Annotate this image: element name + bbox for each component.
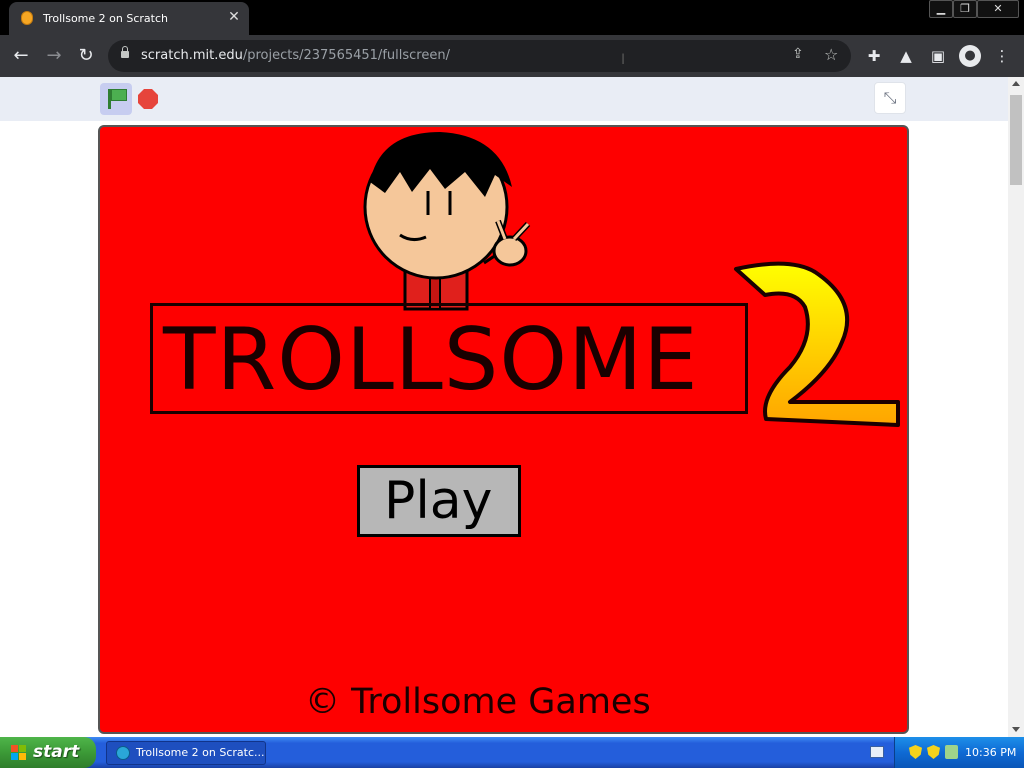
start-label: start: [33, 742, 80, 762]
lock-icon[interactable]: [121, 46, 129, 58]
url-host: scratch.mit.edu: [141, 48, 243, 63]
side-panel-icon[interactable]: ▣: [927, 45, 949, 67]
page-content: ⤡ TROLLSOME Play © Trollsome Games: [0, 77, 1008, 737]
scroll-thumb[interactable]: [1010, 95, 1022, 185]
profile-avatar-icon[interactable]: ●: [959, 45, 981, 67]
copyright-text: © Trollsome Games: [305, 682, 651, 722]
green-flag-icon: [111, 89, 127, 101]
stop-button[interactable]: [138, 89, 158, 109]
project-stage[interactable]: TROLLSOME 2 Play © Trollsome Games: [98, 125, 909, 734]
extensions-icon[interactable]: ✚: [863, 45, 885, 67]
reload-button[interactable]: ↻: [73, 43, 99, 69]
browser-tab-bar: Trollsome 2 on Scratch ✕ ▁ ❐ ✕: [0, 0, 1024, 35]
minimize-window-button[interactable]: ▁: [929, 0, 953, 18]
title-number-shape: [734, 261, 900, 427]
network-icon[interactable]: [945, 745, 958, 759]
title-banner: TROLLSOME: [150, 303, 748, 414]
url-text[interactable]: scratch.mit.edu/projects/237565451/fulls…: [141, 48, 450, 63]
restore-window-button[interactable]: ❐: [953, 0, 977, 18]
forward-button[interactable]: →: [41, 43, 67, 69]
close-window-button[interactable]: ✕: [977, 0, 1019, 18]
taskbar-item-browser[interactable]: Trollsome 2 on Scratc...: [106, 741, 266, 765]
security-alert-icon[interactable]: [927, 745, 940, 759]
play-button[interactable]: Play: [357, 465, 521, 537]
share-icon[interactable]: ⇪: [792, 46, 804, 62]
stage-header: ⤡: [0, 77, 1008, 121]
back-button[interactable]: ←: [8, 43, 34, 69]
windows-logo-icon: [11, 745, 26, 760]
tab-title: Trollsome 2 on Scratch: [43, 12, 168, 25]
scroll-up-arrow-icon[interactable]: [1012, 81, 1020, 86]
text-cursor-icon: I: [621, 52, 626, 68]
green-flag-button[interactable]: [100, 83, 132, 115]
system-tray: 10:36 PM: [894, 737, 1024, 768]
stage-art: [363, 132, 900, 427]
clock: 10:36 PM: [965, 746, 1017, 759]
start-button[interactable]: start: [0, 737, 96, 768]
labs-flask-icon[interactable]: ▲: [895, 45, 917, 67]
page-scrollbar[interactable]: [1008, 77, 1024, 737]
url-path: /projects/237565451/fullscreen/: [242, 48, 450, 63]
address-bar[interactable]: scratch.mit.edu/projects/237565451/fulls…: [108, 40, 851, 72]
keyboard-icon[interactable]: [870, 746, 884, 758]
game-title: TROLLSOME: [163, 310, 699, 410]
scroll-down-arrow-icon[interactable]: [1012, 727, 1020, 732]
close-tab-icon[interactable]: ✕: [225, 8, 243, 26]
browser-app-icon: [116, 746, 130, 760]
play-label: Play: [384, 471, 493, 531]
browser-menu-icon[interactable]: ⋮: [991, 45, 1013, 67]
bookmark-star-icon[interactable]: ☆: [824, 45, 838, 64]
scratch-cat-icon: [21, 11, 33, 25]
trollface-character: [363, 132, 531, 311]
windows-taskbar: start Trollsome 2 on Scratc... 10:36 PM: [0, 737, 1024, 768]
security-shield-icon[interactable]: [909, 745, 922, 759]
browser-tab[interactable]: Trollsome 2 on Scratch ✕: [9, 2, 249, 35]
browser-toolbar: ← → ↻ scratch.mit.edu/projects/237565451…: [0, 35, 1024, 77]
stop-sign-icon: [138, 89, 158, 109]
taskbar-item-label: Trollsome 2 on Scratc...: [136, 746, 265, 759]
unfullscreen-button[interactable]: ⤡: [874, 82, 906, 114]
